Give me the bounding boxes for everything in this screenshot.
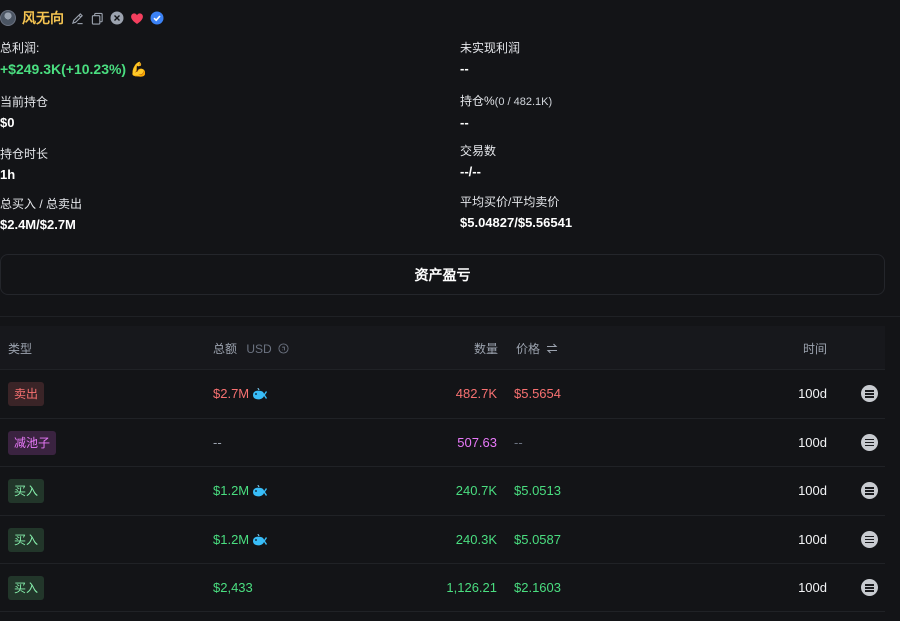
type-badge: 卖出 xyxy=(8,382,45,406)
menu-icon[interactable] xyxy=(861,385,878,402)
quantity-cell: 507.63 xyxy=(457,434,497,450)
divider xyxy=(0,316,900,317)
avatar[interactable] xyxy=(0,10,16,26)
stat-label: 总买入 / 总卖出 xyxy=(0,197,83,211)
price-cell: -- xyxy=(514,434,523,450)
stat-holding-pct: 持仓%(0 / 482.1K) -- xyxy=(460,93,552,132)
table-row[interactable]: 买入 $1.2M 240.7K $5.0513 100d xyxy=(0,466,885,515)
stat-label: 平均买价/平均卖价 xyxy=(460,195,560,209)
table-row[interactable]: 买入 $1.2M 240.3K $5.0587 100d xyxy=(0,514,885,564)
stat-label: 交易数 xyxy=(460,144,497,158)
trades-table: 类型 总额 USD 数量 价格 时间 卖出 $2.7M 482.7K $5.56… xyxy=(0,326,885,612)
stat-label: 当前持仓 xyxy=(0,95,49,109)
stat-value: $5.04827/$5.56541 xyxy=(460,215,573,230)
stat-total-profit: 总利润: +$249.3K(+10.23%) 💪 xyxy=(0,40,147,78)
quantity-cell: 240.7K xyxy=(455,483,497,498)
time-cell: 100d xyxy=(798,386,827,401)
table-row[interactable]: 减池子 -- 507.63 -- 100d xyxy=(0,417,885,467)
time-cell: 100d xyxy=(798,434,827,450)
header-amount-unit: USD xyxy=(246,342,272,356)
amount-cell: $2,433 xyxy=(213,580,253,595)
asset-pnl-button[interactable]: 资产盈亏 xyxy=(0,254,885,295)
stat-label: 持仓时长 xyxy=(0,147,49,161)
type-badge: 买入 xyxy=(8,527,45,552)
edit-icon[interactable] xyxy=(70,11,84,25)
stat-avg-price: 平均买价/平均卖价 $5.04827/$5.56541 xyxy=(460,194,572,232)
type-badge: 减池子 xyxy=(8,430,57,455)
price-cell: $5.5654 xyxy=(514,386,561,401)
quantity-cell: 482.7K xyxy=(455,386,497,401)
type-badge: 买入 xyxy=(8,576,45,600)
menu-icon[interactable] xyxy=(861,530,878,548)
menu-icon[interactable] xyxy=(861,482,878,499)
quantity-cell: 1,126.21 xyxy=(446,580,497,595)
menu-icon[interactable] xyxy=(861,579,878,596)
stat-value: -- xyxy=(460,61,469,76)
header-price[interactable]: 价格 xyxy=(516,340,558,357)
stat-buy-sell: 总买入 / 总卖出 $2.4M/$2.7M xyxy=(0,196,82,234)
stat-value: $0 xyxy=(0,115,15,130)
stat-holding: 当前持仓 $0 xyxy=(0,94,48,132)
menu-icon[interactable] xyxy=(861,433,878,451)
stat-duration: 持仓时长 1h xyxy=(0,146,48,184)
heart-icon[interactable] xyxy=(130,11,144,25)
price-cell: $5.0587 xyxy=(514,531,561,547)
table-row[interactable]: 卖出 $2.7M 482.7K $5.5654 100d xyxy=(0,369,885,418)
profile-header: 风无向 xyxy=(0,7,164,29)
amount-cell: $2.7M xyxy=(213,386,268,402)
table-row[interactable]: 买入 $2,433 1,126.21 $2.1603 100d xyxy=(0,563,885,612)
time-cell: 100d xyxy=(798,531,827,547)
flex-emoji-icon: 💪 xyxy=(129,61,148,77)
stat-value: +$249.3K(+10.23%) 💪 xyxy=(0,61,148,77)
type-badge: 买入 xyxy=(8,479,45,503)
price-cell: $2.1603 xyxy=(514,580,561,595)
info-circle-icon[interactable] xyxy=(278,343,289,354)
copy-icon[interactable] xyxy=(90,11,104,25)
stat-unrealized: 未实现利润 -- xyxy=(460,40,520,78)
time-cell: 100d xyxy=(798,483,827,498)
whale-icon xyxy=(253,533,268,545)
profile-name[interactable]: 风无向 xyxy=(22,8,64,28)
stat-label: 持仓%(0 / 482.1K) xyxy=(460,94,553,108)
amount-cell: $1.2M xyxy=(213,532,268,548)
stat-value: --/-- xyxy=(460,164,481,179)
table-header: 类型 总额 USD 数量 价格 时间 xyxy=(0,326,885,369)
header-quantity: 数量 xyxy=(474,342,499,356)
header-amount[interactable]: 总额 USD xyxy=(213,340,289,357)
stat-value: -- xyxy=(460,115,469,130)
stat-trades: 交易数 --/-- xyxy=(460,143,496,181)
time-cell: 100d xyxy=(798,580,827,595)
verified-icon xyxy=(150,11,164,25)
amount-cell: $1.2M xyxy=(213,483,268,499)
stat-value: $2.4M/$2.7M xyxy=(0,217,76,232)
whale-icon xyxy=(253,484,268,497)
swap-icon[interactable] xyxy=(546,343,558,354)
quantity-cell: 240.3K xyxy=(455,531,497,547)
header-type: 类型 xyxy=(8,342,33,356)
header-time: 时间 xyxy=(803,342,828,356)
stat-label: 总利润: xyxy=(0,41,40,55)
amount-cell: -- xyxy=(213,434,222,450)
whale-icon xyxy=(253,387,268,400)
x-twitter-icon[interactable] xyxy=(110,11,124,25)
price-cell: $5.0513 xyxy=(514,483,561,498)
stat-sublabel: (0 / 482.1K) xyxy=(494,96,553,108)
stat-label: 未实现利润 xyxy=(460,41,521,55)
stat-value: 1h xyxy=(0,167,16,182)
